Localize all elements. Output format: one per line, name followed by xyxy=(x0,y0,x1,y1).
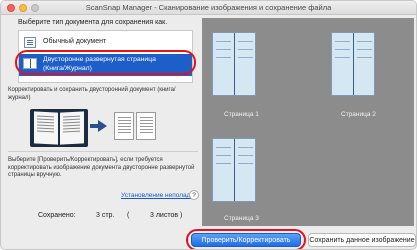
saved-status: Сохранено: 3 стр. ( 3 листов ) xyxy=(38,212,198,222)
page-illustration-icon xyxy=(114,112,134,140)
window-title: ScanSnap Manager - Сканирование изображе… xyxy=(85,3,332,12)
selection-highlight-ring xyxy=(15,50,196,75)
left-panel: Выберите тип документа для сохранения ка… xyxy=(8,19,199,219)
document-icon xyxy=(24,37,36,48)
scansnap-window: ScanSnap Manager - Сканирование изображе… xyxy=(0,0,417,250)
page-preview-area: Страница 1 Страница 2 Страница 3 xyxy=(202,18,414,226)
type-label-normal: Обычный документ xyxy=(43,38,107,45)
page-thumbnail[interactable] xyxy=(212,32,256,96)
check-correct-button[interactable]: Проверить/Корректировать xyxy=(191,233,301,247)
open-book-illustration-icon xyxy=(30,109,88,147)
instruction-text: Выберите тип документа для сохранения ка… xyxy=(18,19,168,26)
spread-illustration xyxy=(30,107,156,147)
arrow-right-icon xyxy=(90,120,107,132)
save-image-button[interactable]: Сохранить данное изображение xyxy=(308,233,416,247)
spread-description: Корректировать и сохранить двусторонний … xyxy=(8,87,176,101)
saved-sheets-open: ( xyxy=(127,212,130,219)
title-bar: ScanSnap Manager - Сканирование изображе… xyxy=(1,1,416,15)
saved-label: Сохранено: xyxy=(38,212,76,219)
page-thumbnail[interactable] xyxy=(212,138,256,202)
help-icon[interactable]: ? xyxy=(189,190,199,200)
page-caption: Страница 3 xyxy=(224,215,259,222)
page-caption: Страница 1 xyxy=(224,111,259,118)
correct-instruction-text: Выберите [Проверить/Корректировать], есл… xyxy=(8,157,195,178)
divider xyxy=(8,151,198,152)
page-thumbnail[interactable] xyxy=(331,32,375,96)
page-caption: Страница 2 xyxy=(341,111,376,118)
type-item-normal-document[interactable]: Обычный документ xyxy=(19,34,192,51)
page-illustration-icon xyxy=(136,112,156,140)
saved-pages: 3 стр. xyxy=(96,212,115,219)
saved-sheets: 3 листов ) xyxy=(150,212,183,219)
troubleshooting-link[interactable]: Установление неполадок xyxy=(121,192,197,199)
